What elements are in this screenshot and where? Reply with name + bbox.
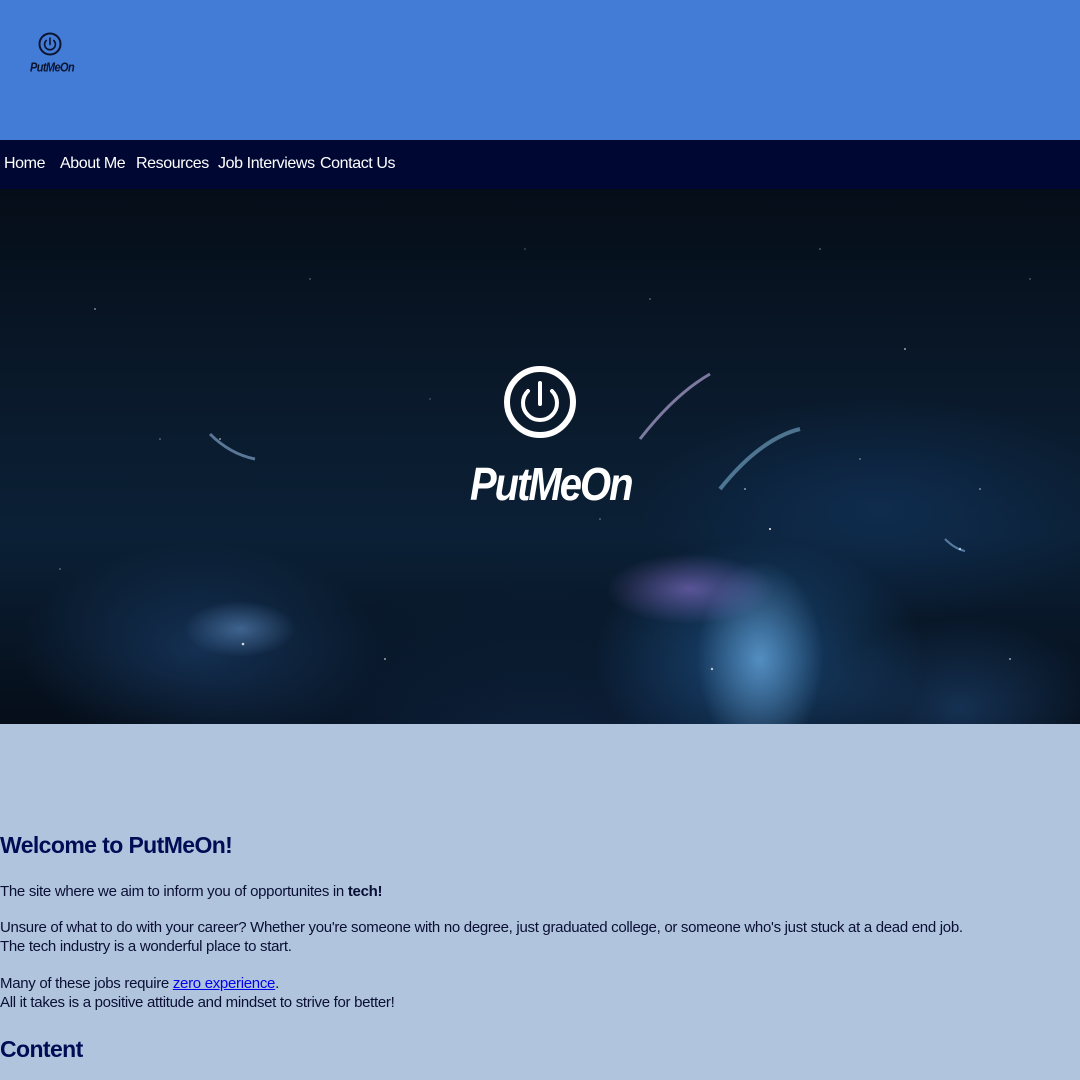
intro-text: The site where we aim to inform you of o…: [0, 883, 348, 900]
attitude-line: All it takes is a positive attitude and …: [0, 994, 395, 1011]
nav-home[interactable]: Home: [4, 155, 45, 173]
header-logo[interactable]: PutMeOn: [30, 27, 75, 79]
nav-resources[interactable]: Resources: [136, 155, 209, 173]
main-nav: Home About Me Resources Job Interviews C…: [0, 140, 1080, 189]
nav-about-me[interactable]: About Me: [60, 155, 126, 173]
content-heading: Content: [0, 1036, 83, 1062]
zero-experience-link[interactable]: zero experience: [173, 975, 276, 992]
nav-contact-us[interactable]: Contact Us: [320, 155, 396, 173]
header-logo-text: PutMeOn: [30, 60, 75, 76]
hero-logo: PutMeOn: [470, 349, 634, 519]
jobs-period: .: [275, 975, 279, 992]
intro-paragraph: The site where we aim to inform you of o…: [0, 882, 383, 901]
nav-job-interviews[interactable]: Job Interviews: [218, 155, 315, 173]
main-content: Welcome to PutMeOn! The site where we ai…: [0, 724, 1080, 1080]
welcome-heading: Welcome to PutMeOn!: [0, 832, 233, 858]
career-line-1: Unsure of what to do with your career? W…: [0, 919, 963, 936]
site-header: PutMeOn: [0, 0, 1080, 140]
jobs-text: Many of these jobs require: [0, 975, 173, 992]
hero-logo-text: PutMeOn: [470, 459, 634, 511]
career-paragraph: Unsure of what to do with your career? W…: [0, 918, 963, 956]
intro-bold: tech!: [347, 883, 383, 900]
power-icon: [504, 366, 576, 438]
career-line-2: The tech industry is a wonderful place t…: [0, 938, 292, 955]
jobs-paragraph: Many of these jobs require zero experien…: [0, 974, 395, 1012]
hero-banner: PutMeOn: [0, 189, 1080, 724]
power-icon: [38, 32, 62, 56]
